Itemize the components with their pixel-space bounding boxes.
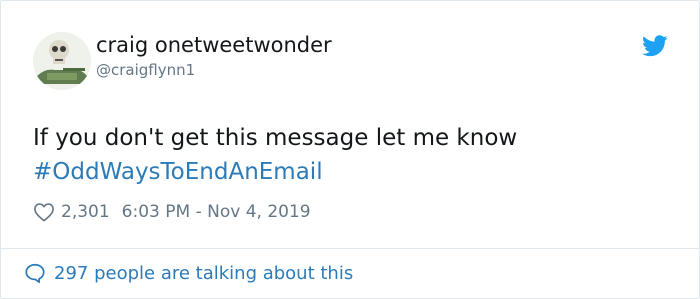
avatar[interactable] — [33, 32, 91, 90]
heart-icon[interactable] — [33, 202, 55, 222]
talking-about-link[interactable]: 297 people are talking about this — [24, 262, 353, 284]
speech-bubble-icon — [25, 263, 45, 284]
tweet-text: If you don't get this message let me kno… — [33, 125, 518, 151]
hashtag-link[interactable]: #OddWaysToEndAnEmail — [33, 156, 323, 188]
like-count[interactable]: 2,301 — [61, 202, 110, 222]
tweet-timestamp[interactable]: 6:03 PM - Nov 4, 2019 — [122, 202, 311, 222]
tweet-meta: 2,301 6:03 PM - Nov 4, 2019 — [33, 200, 311, 224]
tweet-card: craig onetweetwonder @craigflynn1 If you… — [0, 0, 700, 299]
author-handle[interactable]: @craigflynn1 — [96, 60, 195, 80]
twitter-bird-icon[interactable] — [642, 35, 668, 57]
divider — [1, 248, 699, 249]
talking-about-text: 297 people are talking about this — [54, 262, 354, 284]
avatar-image — [33, 32, 91, 90]
author-name[interactable]: craig onetweetwonder — [96, 32, 332, 58]
